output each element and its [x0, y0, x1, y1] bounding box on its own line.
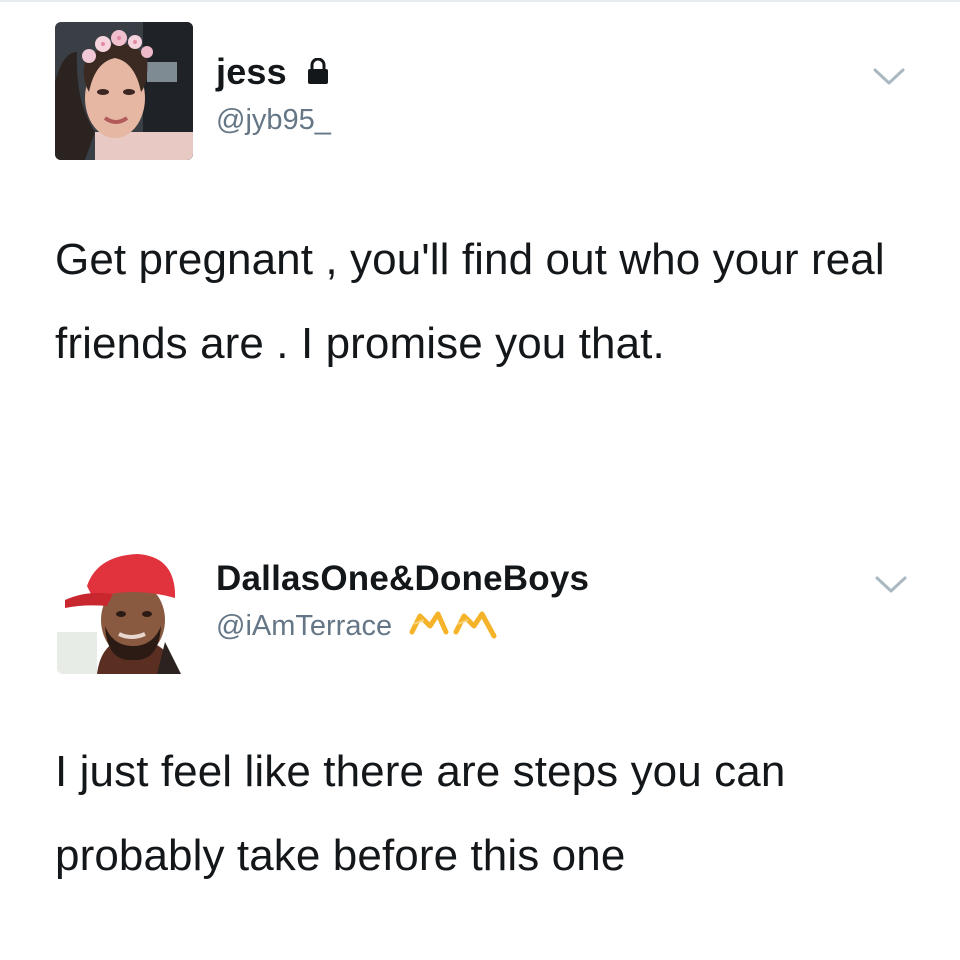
avatar[interactable] — [55, 22, 193, 160]
display-name[interactable]: jess — [216, 50, 329, 94]
tweet-text: Get pregnant , you'll find out who your … — [55, 235, 885, 368]
chevron-down-icon[interactable] — [872, 66, 906, 88]
handle[interactable]: @jyb95_ — [216, 102, 331, 138]
handle[interactable]: @iAmTerrace — [216, 608, 502, 644]
profile-photo-icon — [55, 22, 193, 160]
lock-icon — [308, 58, 329, 85]
avatar[interactable] — [57, 542, 194, 674]
profile-photo-icon — [57, 542, 194, 674]
display-name-text: DallasOne&DoneBoys — [216, 559, 590, 598]
chevron-down-icon[interactable] — [874, 574, 908, 596]
crown-emoji-icon — [409, 611, 497, 639]
display-name-text: jess — [216, 51, 287, 92]
tweet-text: I just feel like there are steps you can… — [55, 747, 786, 880]
display-name[interactable]: DallasOne&DoneBoys — [216, 557, 589, 601]
handle-text: @iAmTerrace — [216, 610, 393, 642]
top-divider — [0, 0, 960, 2]
